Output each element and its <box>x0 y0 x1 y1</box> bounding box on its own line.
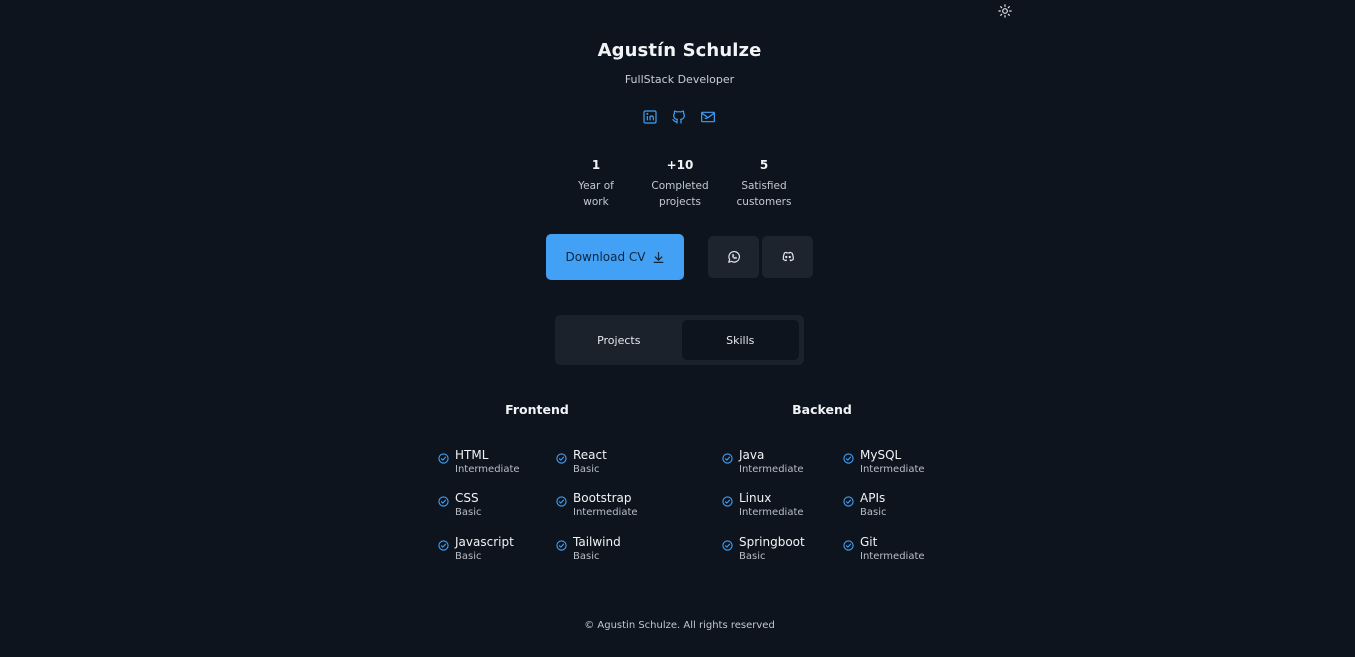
stat-label: Satisfied customers <box>728 178 800 210</box>
check-circle-icon <box>556 536 567 551</box>
github-icon[interactable] <box>671 109 687 125</box>
check-circle-icon <box>722 449 733 464</box>
stat-label-line: work <box>583 196 609 208</box>
check-circle-icon <box>556 449 567 464</box>
frontend-skills: Frontend <box>437 402 637 417</box>
discord-button[interactable] <box>762 236 813 278</box>
download-icon <box>653 251 663 263</box>
skill-level: Basic <box>455 551 482 562</box>
stat-years: 1 Year of work <box>560 158 632 210</box>
stat-label-line: Completed <box>651 180 709 192</box>
mail-icon[interactable] <box>700 109 716 125</box>
skill-level: Basic <box>860 507 887 518</box>
skill-level: Basic <box>739 551 766 562</box>
skill-name: Linux <box>739 491 772 505</box>
footer-copyright: © Agustin Schulze. All rights reserved <box>584 620 775 631</box>
skill-name: Javascript <box>455 535 514 549</box>
backend-title: Backend <box>792 402 852 417</box>
check-circle-icon <box>438 449 449 464</box>
download-cv-label: Download CV <box>565 250 646 264</box>
stat-label-line: Year of <box>578 180 614 192</box>
skill-name: CSS <box>455 491 479 505</box>
skill-name: HTML <box>455 448 489 462</box>
skill-level: Basic <box>573 551 600 562</box>
skill-name: Bootstrap <box>573 491 632 505</box>
check-circle-icon <box>843 449 854 464</box>
download-cv-button[interactable]: Download CV <box>546 234 684 280</box>
check-circle-icon <box>722 536 733 551</box>
stat-label: Year of work <box>560 178 632 210</box>
skill-level: Intermediate <box>455 464 520 475</box>
skill-level: Intermediate <box>860 551 925 562</box>
check-circle-icon <box>556 492 567 507</box>
skill-level: Intermediate <box>739 464 804 475</box>
stat-value: +10 <box>666 158 694 172</box>
profile-header: Agustín Schulze FullStack Developer <box>0 40 1355 86</box>
stat-label-line: Satisfied <box>741 180 787 192</box>
check-circle-icon <box>438 492 449 507</box>
skill-level: Intermediate <box>739 507 804 518</box>
skill-name: Git <box>860 535 878 549</box>
skill-name: Java <box>739 448 765 462</box>
discord-icon <box>782 251 794 262</box>
skill-name: APIs <box>860 491 886 505</box>
stat-label: Completed projects <box>644 178 716 210</box>
sun-icon <box>998 4 1012 18</box>
tab-projects[interactable]: Projects <box>560 320 678 360</box>
profile-name: Agustín Schulze <box>597 40 762 61</box>
skill-level: Basic <box>455 507 482 518</box>
skill-name: Tailwind <box>573 535 621 549</box>
skill-name: MySQL <box>860 448 902 462</box>
tab-skills[interactable]: Skills <box>681 320 799 360</box>
stat-value: 1 <box>591 158 601 172</box>
skill-level: Intermediate <box>573 507 638 518</box>
whatsapp-icon <box>727 250 740 263</box>
social-links <box>642 109 716 125</box>
section-tabs: Projects Skills <box>555 315 804 365</box>
stat-customers: 5 Satisfied customers <box>728 158 800 210</box>
backend-skills: Backend <box>722 402 922 417</box>
stat-label-line: customers <box>736 196 792 208</box>
skill-name: React <box>573 448 607 462</box>
check-circle-icon <box>843 536 854 551</box>
skill-level: Intermediate <box>860 464 925 475</box>
stat-label-line: projects <box>659 196 701 208</box>
stat-projects: +10 Completed projects <box>644 158 716 210</box>
check-circle-icon <box>722 492 733 507</box>
theme-toggle-button[interactable] <box>996 2 1014 20</box>
profile-role: FullStack Developer <box>624 73 735 86</box>
stat-value: 5 <box>759 158 769 172</box>
frontend-title: Frontend <box>505 402 569 417</box>
check-circle-icon <box>843 492 854 507</box>
skill-name: Springboot <box>739 535 805 549</box>
stats-row: 1 Year of work +10 Completed projects 5 … <box>560 158 800 210</box>
skill-level: Basic <box>573 464 600 475</box>
linkedin-icon[interactable] <box>642 109 658 125</box>
whatsapp-button[interactable] <box>708 236 759 278</box>
check-circle-icon <box>438 536 449 551</box>
